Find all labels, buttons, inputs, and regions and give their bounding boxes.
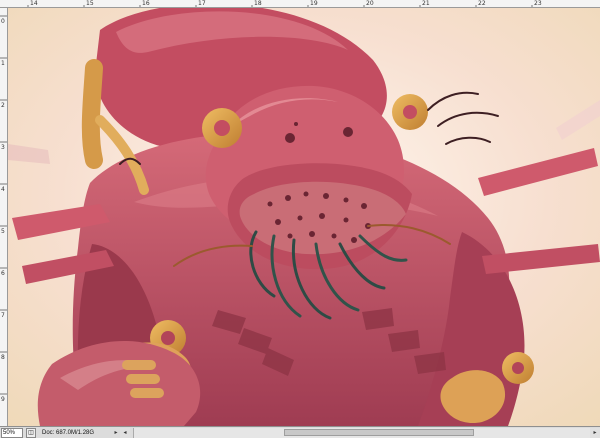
vertical-ruler-ticks [0,15,7,395]
vertical-ruler[interactable]: 0 1 2 3 4 5 6 7 8 9 [0,8,8,426]
robot-illustration [8,8,600,426]
ruler-label-2: 2 [1,102,5,109]
ruler-label-22: 22 [478,0,486,7]
horizontal-scrollbar[interactable] [133,427,590,438]
ruler-label-17: 17 [198,0,206,7]
ruler-label-1: 1 [1,60,5,67]
ruler-label-20: 20 [366,0,374,7]
zoom-level-field[interactable]: 50% [1,427,23,438]
ruler-label-7: 7 [1,312,5,319]
horizontal-ruler[interactable]: 14 15 16 17 18 19 20 21 22 23 [0,0,600,8]
document-status-icon[interactable]: ◫ [26,427,36,438]
ruler-label-4: 4 [1,186,5,193]
status-menu-arrow-icon[interactable]: ▸ [112,428,120,438]
ruler-label-15: 15 [86,0,94,7]
ruler-label-16: 16 [142,0,150,7]
ruler-label-21: 21 [422,0,430,7]
ruler-label-14: 14 [30,0,38,7]
ruler-label-0: 0 [1,18,5,25]
artwork-canvas[interactable] [8,8,600,426]
ruler-label-5: 5 [1,228,5,235]
horizontal-scroll-thumb[interactable] [284,428,474,436]
ruler-label-8: 8 [1,354,5,361]
ruler-label-9: 9 [1,396,5,403]
ruler-label-23: 23 [534,0,542,7]
ruler-label-6: 6 [1,270,5,277]
status-bar: 50% ◫ Doc: 687.0M/1.28G ▸ ◂ ▸ [0,426,600,438]
scroll-right-icon[interactable]: ▸ [590,427,600,438]
scroll-left-icon[interactable]: ◂ [120,427,130,438]
ruler-label-18: 18 [254,0,262,7]
ruler-label-3: 3 [1,144,5,151]
ruler-label-19: 19 [310,0,318,7]
document-size-info: Doc: 687.0M/1.28G [42,429,95,436]
